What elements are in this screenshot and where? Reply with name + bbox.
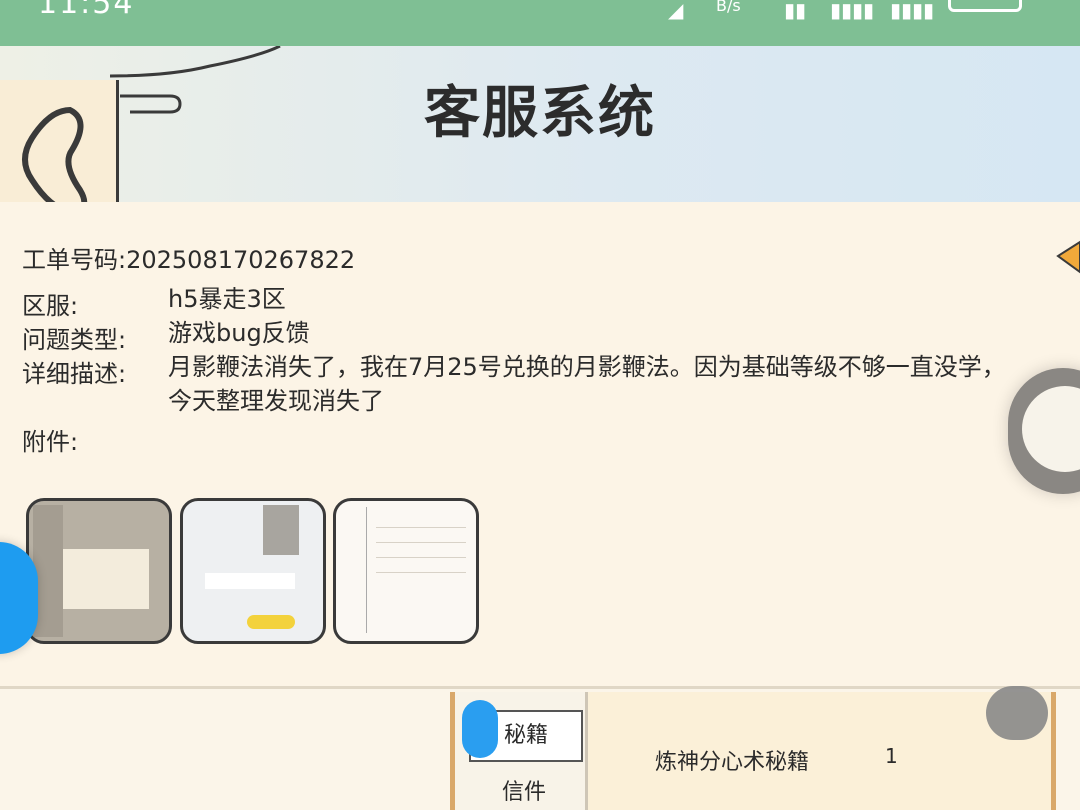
battery-icon (948, 0, 1022, 12)
mini-float-support-icon[interactable] (462, 700, 498, 758)
attachment-label: 附件: (22, 428, 79, 456)
item-name: 炼神分心术秘籍 (655, 750, 810, 775)
desc-label: 详细描述: (22, 360, 127, 388)
wifi-icon: ▮▮ (784, 0, 807, 22)
float-assistant-icon (1022, 386, 1080, 472)
ticket-number-label: 工单号码: (22, 246, 127, 274)
page-title: 客服系统 (424, 81, 656, 146)
thumb-chat-reply (247, 615, 295, 629)
thumb-tab-col (342, 507, 367, 633)
server-label: 区服: (22, 292, 79, 320)
thumb-list (376, 513, 466, 583)
mini-float-assistant-icon[interactable] (986, 686, 1048, 740)
desc-value: 月影鞭法消失了，我在7月25号兑换的月影鞭法。因为基础等级不够一直没学，今天整理… (168, 353, 1006, 415)
header: 客服系统 (0, 46, 1080, 244)
ticket-number-row: 工单号码:202508170267822 (22, 240, 355, 275)
ticket-number-value: 202508170267822 (126, 246, 356, 274)
item-quantity: 1 (885, 744, 898, 768)
signal-2-icon: ▮▮▮▮ (890, 0, 935, 22)
type-value: 游戏bug反馈 (168, 319, 310, 347)
type-label: 问题类型: (22, 326, 127, 354)
mute-icon: ◢ (668, 0, 684, 22)
server-value: h5暴走3区 (168, 285, 286, 313)
status-time: 11:54 (38, 0, 135, 21)
net-speed: B/s (716, 0, 741, 15)
attachment-thumb-3[interactable] (333, 498, 479, 644)
attachment-thumb-2[interactable] (180, 498, 326, 644)
tab-mail[interactable]: 信件 (469, 774, 579, 806)
ticket-card: 工单号码:202508170267822 区服: h5暴走3区 问题类型: 游戏… (0, 202, 1080, 689)
signal-icon: ▮▮▮▮ (830, 0, 875, 22)
status-bar: 11:54 B/s ◢ ▮▮ ▮▮▮▮ ▮▮▮▮ (0, 0, 1080, 46)
thumb-panel (263, 505, 299, 555)
attachment-thumb-1[interactable] (26, 498, 172, 644)
thumb-dialog (49, 549, 149, 609)
game-panel: 秘籍 信件 炼神分心术秘籍 1 (450, 692, 1056, 810)
thumb-chat-bubble (205, 573, 295, 589)
side-arrow-icon[interactable] (1054, 240, 1080, 274)
